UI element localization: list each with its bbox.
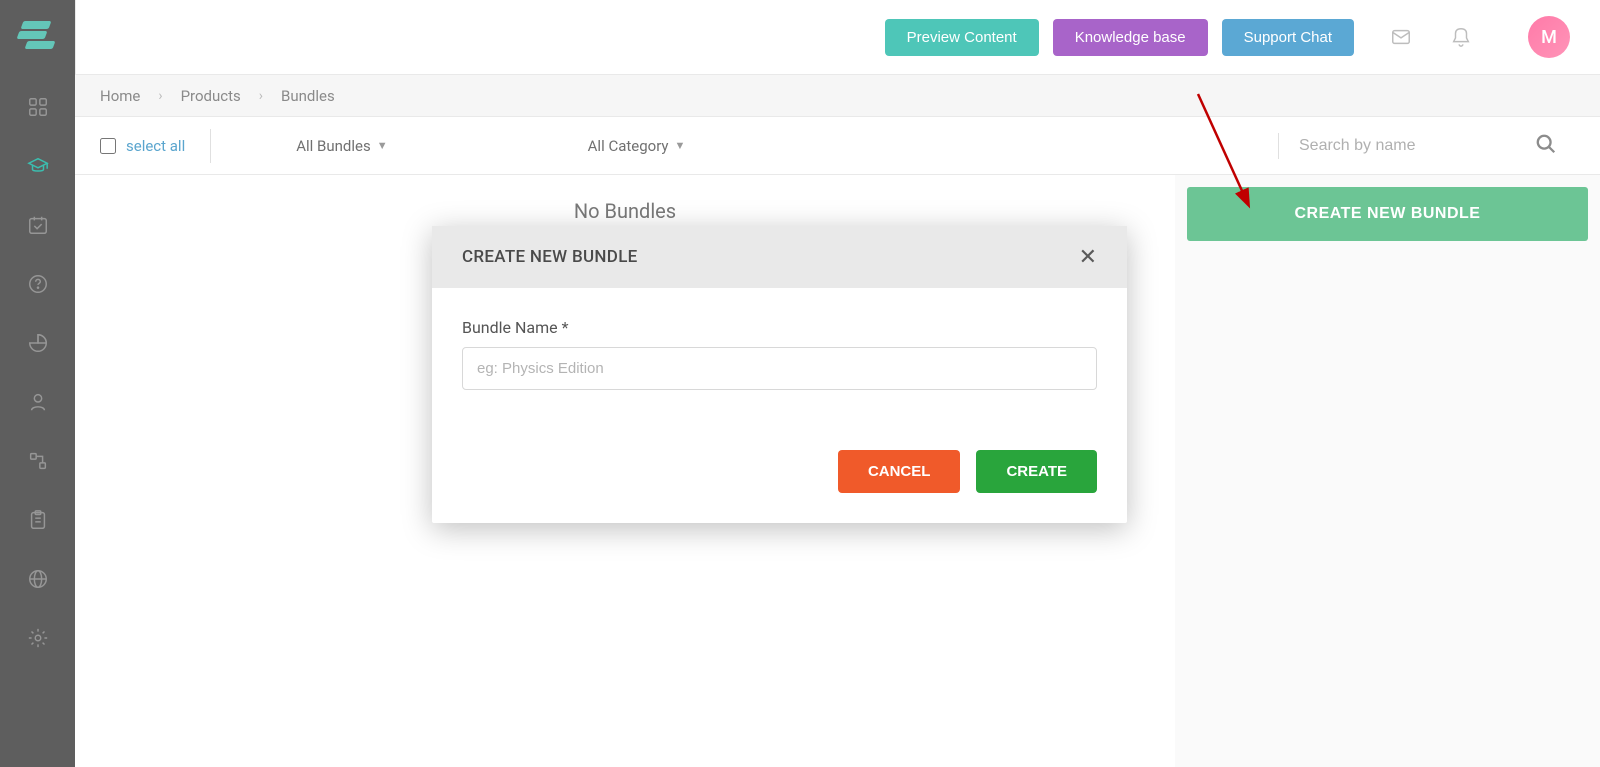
brand-logo-icon [18, 15, 58, 55]
create-button[interactable]: CREATE [976, 450, 1097, 493]
create-new-bundle-button[interactable]: CREATE NEW BUNDLE [1187, 187, 1588, 241]
knowledge-base-button[interactable]: Knowledge base [1053, 19, 1208, 56]
breadcrumb: Home › Products › Bundles [75, 75, 1600, 117]
calendar-icon[interactable] [26, 213, 50, 237]
search-icon[interactable] [1535, 133, 1557, 159]
select-all[interactable]: select all [100, 137, 185, 155]
breadcrumb-products[interactable]: Products [181, 87, 241, 105]
create-bundle-modal: CREATE NEW BUNDLE ✕ Bundle Name * CANCEL… [432, 226, 1127, 523]
chevron-right-icon: › [158, 88, 162, 104]
caret-down-icon: ▼ [377, 139, 388, 152]
dashboard-icon[interactable] [26, 95, 50, 119]
topbar: Preview Content Knowledge base Support C… [75, 0, 1600, 75]
all-category-dropdown[interactable]: All Category ▼ [528, 137, 746, 155]
support-chat-button[interactable]: Support Chat [1222, 19, 1354, 56]
help-icon[interactable] [26, 272, 50, 296]
modal-body: Bundle Name * [432, 288, 1127, 420]
mail-icon[interactable] [1388, 24, 1414, 50]
search-input[interactable] [1299, 137, 1519, 155]
user-icon[interactable] [26, 390, 50, 414]
select-all-label: select all [126, 137, 185, 155]
filter-bar: select all All Bundles ▼ All Category ▼ [75, 117, 1600, 175]
divider [210, 129, 211, 163]
breadcrumb-home[interactable]: Home [100, 87, 140, 105]
caret-down-icon: ▼ [675, 139, 686, 152]
sidebar [0, 0, 75, 767]
right-panel: CREATE NEW BUNDLE [1175, 175, 1600, 767]
workflow-icon[interactable] [26, 449, 50, 473]
chevron-right-icon: › [259, 88, 263, 104]
cancel-button[interactable]: CANCEL [838, 450, 961, 493]
chart-icon[interactable] [26, 331, 50, 355]
globe-icon[interactable] [26, 567, 50, 591]
modal-header: CREATE NEW BUNDLE ✕ [432, 226, 1127, 288]
preview-content-button[interactable]: Preview Content [885, 19, 1039, 56]
bell-icon[interactable] [1448, 24, 1474, 50]
all-bundles-dropdown[interactable]: All Bundles ▼ [236, 137, 447, 155]
settings-icon[interactable] [26, 626, 50, 650]
modal-title: CREATE NEW BUNDLE [462, 247, 638, 267]
dropdown-label: All Bundles [296, 137, 371, 155]
dropdown-label: All Category [588, 137, 669, 155]
bundle-name-input[interactable] [462, 347, 1097, 390]
search-wrap [1278, 133, 1575, 159]
close-icon[interactable]: ✕ [1079, 244, 1097, 270]
sidebar-nav [0, 95, 75, 650]
breadcrumb-bundles[interactable]: Bundles [281, 87, 335, 105]
select-all-checkbox[interactable] [100, 138, 116, 154]
empty-state-text: No Bundles [75, 175, 1175, 223]
bundle-name-label: Bundle Name * [462, 318, 1097, 337]
clipboard-icon[interactable] [26, 508, 50, 532]
education-icon[interactable] [26, 154, 50, 178]
modal-footer: CANCEL CREATE [432, 450, 1127, 523]
avatar[interactable]: M [1528, 16, 1570, 58]
